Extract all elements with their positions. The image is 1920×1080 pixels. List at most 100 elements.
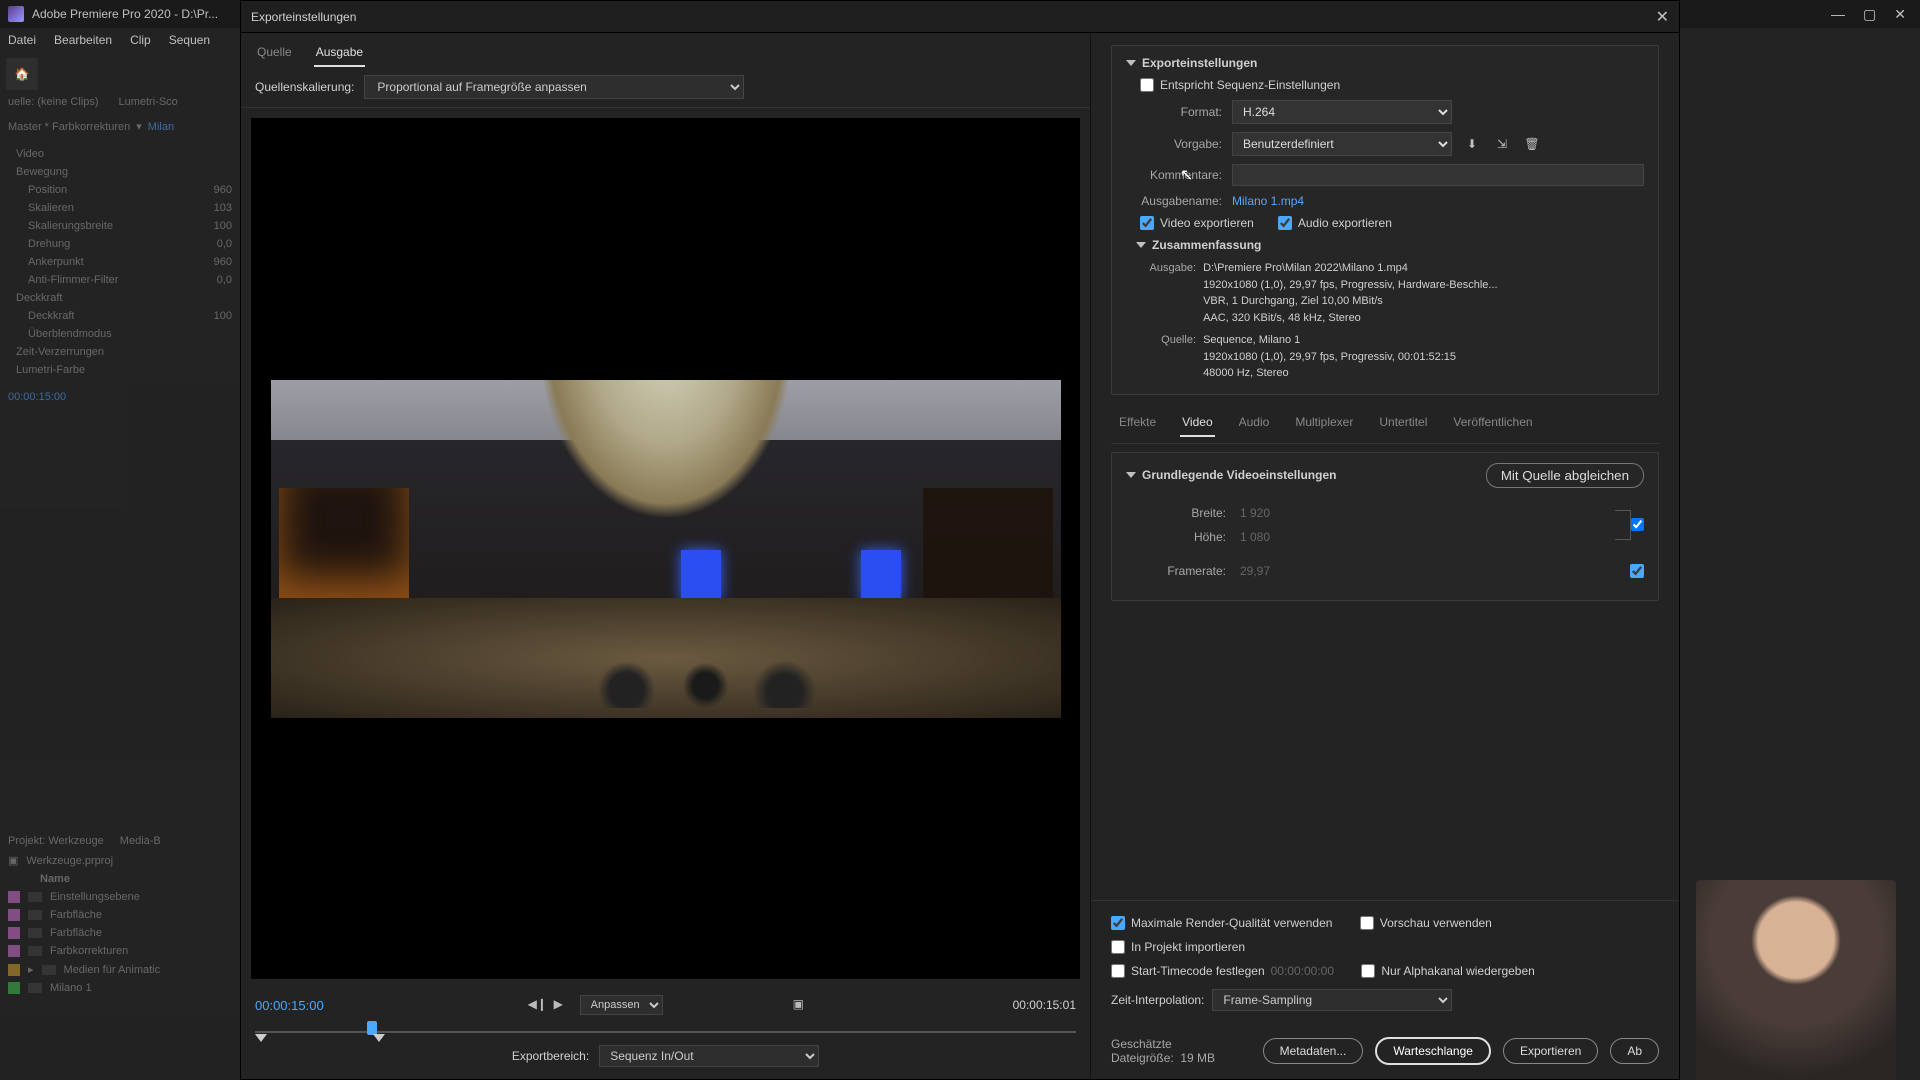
framerate-label: Framerate: <box>1126 564 1226 578</box>
scaling-select[interactable]: Proportional auf Framegröße anpassen <box>364 75 744 99</box>
label-color[interactable] <box>8 964 20 976</box>
framerate-match-checkbox[interactable] <box>1630 564 1644 578</box>
current-timecode[interactable]: 00:00:15:00 <box>255 998 324 1013</box>
play-icon[interactable]: ▶ <box>554 997 570 1013</box>
effect-motion[interactable]: Bewegung <box>8 163 232 181</box>
preview-scrubber[interactable] <box>255 1021 1076 1039</box>
dimensions-match-checkbox[interactable] <box>1631 518 1644 531</box>
summary-output-text: D:\Premiere Pro\Milan 2022\Milano 1.mp4 … <box>1203 260 1583 326</box>
tab-publish[interactable]: Veröffentlichen <box>1451 409 1534 437</box>
export-audio-checkbox[interactable] <box>1278 216 1292 230</box>
format-select[interactable]: H.264 <box>1232 100 1452 124</box>
tab-video[interactable]: Video <box>1180 409 1214 437</box>
tab-audio[interactable]: Audio <box>1237 409 1272 437</box>
save-preset-icon[interactable]: ⬇ <box>1462 135 1482 153</box>
chevron-right-icon[interactable]: ▸ <box>28 963 34 976</box>
label-color[interactable] <box>8 891 20 903</box>
cancel-button[interactable]: Ab <box>1610 1038 1659 1064</box>
tab-effects[interactable]: Effekte <box>1117 409 1158 437</box>
label-color[interactable] <box>8 945 20 957</box>
close-icon[interactable]: ✕ <box>1656 7 1669 27</box>
source-panel-tab[interactable]: uelle: (keine Clips) <box>8 96 98 108</box>
export-video-checkbox[interactable] <box>1140 216 1154 230</box>
prop-rotation[interactable]: Drehung <box>28 238 70 250</box>
menu-file[interactable]: Datei <box>8 33 36 47</box>
effect-timecode: 00:00:15:00 <box>0 383 240 411</box>
menu-clip[interactable]: Clip <box>130 33 151 47</box>
tab-captions[interactable]: Untertitel <box>1377 409 1429 437</box>
list-item[interactable]: Farbkorrekturen <box>50 945 128 957</box>
step-back-icon[interactable]: ◀❙ <box>528 997 544 1013</box>
project-panel-tab[interactable]: Projekt: Werkzeuge <box>8 835 104 847</box>
prop-scale[interactable]: Skalieren <box>28 202 74 214</box>
out-point-icon[interactable] <box>373 1034 385 1042</box>
alpha-only-checkbox[interactable] <box>1361 964 1375 978</box>
label-color[interactable] <box>8 909 20 921</box>
framerate-value[interactable]: 29,97 <box>1240 564 1270 578</box>
lumetri-scopes-tab[interactable]: Lumetri-Sco <box>118 96 177 108</box>
tab-output[interactable]: Ausgabe <box>314 41 365 67</box>
chevron-down-icon[interactable] <box>1136 242 1146 248</box>
chevron-down-icon[interactable]: ▾ <box>136 120 142 133</box>
prop-blend[interactable]: Überblendmodus <box>28 328 112 340</box>
effect-opacity[interactable]: Deckkraft <box>8 289 232 307</box>
chevron-down-icon[interactable] <box>1126 472 1136 478</box>
import-preset-icon[interactable]: ⇲ <box>1492 135 1512 153</box>
effect-time-remap[interactable]: Zeit-Verzerrungen <box>8 343 232 361</box>
metadata-button[interactable]: Metadaten... <box>1263 1038 1364 1064</box>
sequence-link[interactable]: Milan <box>148 121 174 133</box>
home-icon[interactable]: 🏠 <box>6 58 38 90</box>
link-dimensions-icon[interactable] <box>1615 510 1631 540</box>
list-item[interactable]: Milano 1 <box>50 982 92 994</box>
chevron-down-icon[interactable] <box>1126 60 1136 66</box>
height-value[interactable]: 1 080 <box>1240 530 1270 544</box>
output-name-link[interactable]: Milano 1.mp4 <box>1232 194 1304 208</box>
effect-lumetri[interactable]: Lumetri-Farbe <box>8 361 232 379</box>
queue-button[interactable]: Warteschlange <box>1375 1037 1491 1065</box>
in-point-icon[interactable] <box>255 1034 267 1042</box>
col-name[interactable]: Name <box>0 870 240 888</box>
maximize-icon[interactable]: ▢ <box>1863 6 1876 23</box>
prop-anchor[interactable]: Ankerpunkt <box>28 256 84 268</box>
label-color[interactable] <box>8 982 20 994</box>
list-item[interactable]: Farbfläche <box>50 909 102 921</box>
list-item[interactable]: Farbfläche <box>50 927 102 939</box>
preset-select[interactable]: Benutzerdefiniert <box>1232 132 1452 156</box>
tab-source[interactable]: Quelle <box>255 41 294 67</box>
media-browser-tab[interactable]: Media-B <box>120 835 161 847</box>
prop-position[interactable]: Position <box>28 184 67 196</box>
close-icon[interactable]: ✕ <box>1894 6 1906 23</box>
width-value[interactable]: 1 920 <box>1240 506 1270 520</box>
menu-edit[interactable]: Bearbeiten <box>54 33 112 47</box>
bin-icon: ▣ <box>8 854 18 867</box>
match-sequence-checkbox[interactable] <box>1140 78 1154 92</box>
label-color[interactable] <box>8 927 20 939</box>
comments-input[interactable] <box>1232 164 1644 186</box>
list-item[interactable]: Medien für Animatic <box>64 964 161 976</box>
match-source-button[interactable]: Mit Quelle abgleichen <box>1486 463 1644 488</box>
export-button[interactable]: Exportieren <box>1503 1038 1598 1064</box>
time-interp-select[interactable]: Frame-Sampling <box>1212 989 1452 1011</box>
alpha-only-label: Nur Alphakanal wiedergeben <box>1381 964 1534 978</box>
start-timecode-value: 00:00:00:00 <box>1271 964 1334 978</box>
use-previews-checkbox[interactable] <box>1360 916 1374 930</box>
menu-sequence[interactable]: Sequen <box>169 33 210 47</box>
delete-preset-icon[interactable]: 🗑 <box>1522 135 1542 153</box>
sequence-icon <box>28 946 42 956</box>
aspect-icon[interactable]: ▣ <box>793 997 809 1013</box>
prop-antiflicker[interactable]: Anti-Flimmer-Filter <box>28 274 118 286</box>
prop-opacity[interactable]: Deckkraft <box>28 310 74 322</box>
max-render-quality-checkbox[interactable] <box>1111 916 1125 930</box>
import-project-checkbox[interactable] <box>1111 940 1125 954</box>
start-timecode-checkbox[interactable] <box>1111 964 1125 978</box>
start-timecode-label: Start-Timecode festlegen <box>1131 964 1265 978</box>
playhead-icon[interactable] <box>367 1021 377 1035</box>
range-select[interactable]: Sequenz In/Out <box>599 1045 819 1067</box>
export-audio-label: Audio exportieren <box>1298 216 1392 230</box>
adjustment-layer-icon <box>28 892 42 902</box>
minimize-icon[interactable]: — <box>1831 6 1845 23</box>
fit-select[interactable]: Anpassen <box>580 995 663 1015</box>
tab-multiplexer[interactable]: Multiplexer <box>1293 409 1355 437</box>
list-item[interactable]: Einstellungsebene <box>50 891 140 903</box>
prop-scale-width[interactable]: Skalierungsbreite <box>28 220 113 232</box>
